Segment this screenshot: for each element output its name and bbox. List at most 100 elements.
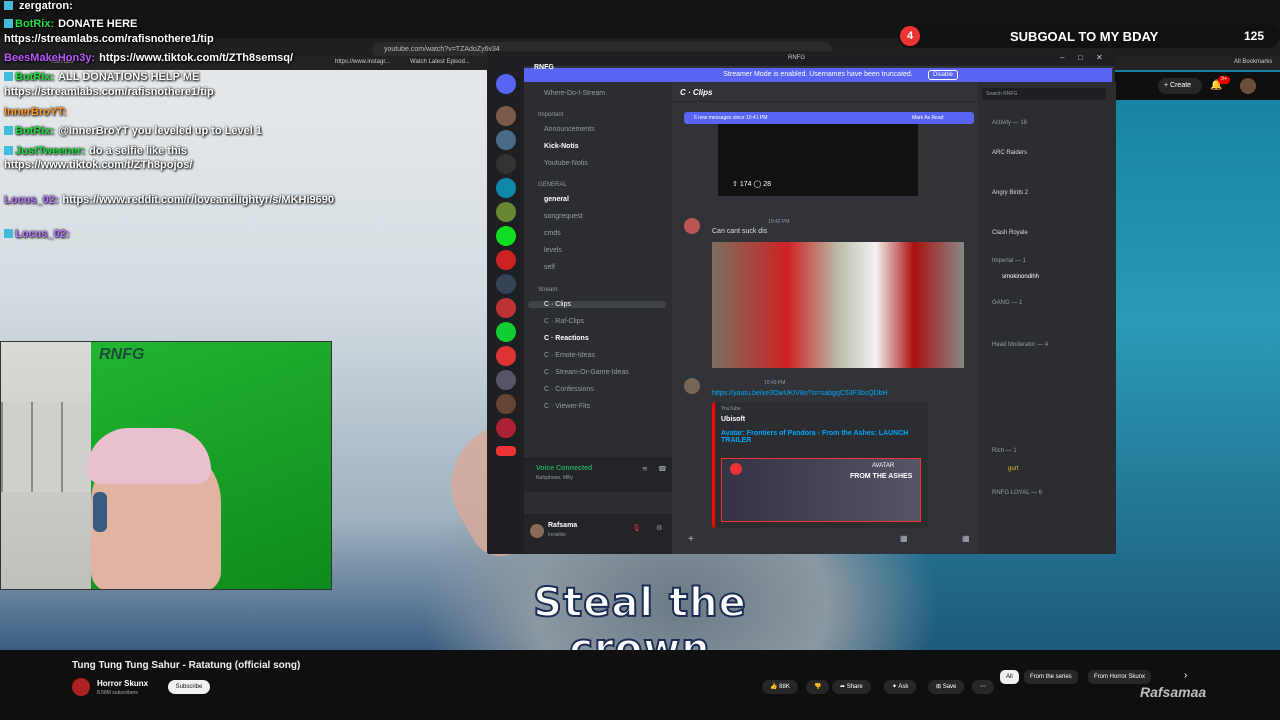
- embed-thumbnail[interactable]: AVATAR FROM THE ASHES: [721, 458, 921, 522]
- member-category: RNFG LOYAL — 6: [992, 490, 1043, 496]
- user-status: Invisible: [548, 532, 567, 538]
- chat-text: do a selfie like this: [89, 145, 187, 157]
- server-icon[interactable]: [496, 370, 516, 390]
- bookmark-item[interactable]: Watch Latest Episod...: [410, 59, 470, 65]
- server-icon[interactable]: [496, 298, 516, 318]
- chat-text: https://www.tiktok.com/t/ZTh8pojos/: [4, 159, 193, 171]
- new-messages-bar[interactable]: 6 new messages since 10:41 PM Mark As Re…: [684, 112, 974, 124]
- channel-item[interactable]: songrequest: [544, 213, 583, 220]
- chat-line: JustTweener: do a selfie like this: [4, 145, 187, 157]
- channel-category[interactable]: GENERAL: [538, 182, 567, 188]
- channel-item[interactable]: C · Reactions: [544, 335, 589, 342]
- avatar[interactable]: [684, 378, 700, 394]
- new-messages-text: 6 new messages since 10:41 PM: [694, 115, 768, 121]
- gear-icon[interactable]: ⚙: [656, 524, 662, 532]
- search-input[interactable]: Search RNFG: [982, 88, 1106, 100]
- channel-item[interactable]: Youtube-Notis: [544, 160, 588, 167]
- chat-user: BotRix:: [15, 125, 55, 137]
- create-button[interactable]: + Create: [1158, 78, 1202, 94]
- embed-title[interactable]: Avatar: Frontiers of Pandora - From the …: [721, 430, 921, 444]
- channel-category[interactable]: Important: [538, 112, 563, 118]
- avatar[interactable]: [1240, 78, 1256, 94]
- mic-muted-icon[interactable]: 🎙: [632, 524, 641, 532]
- avatar[interactable]: [684, 218, 700, 234]
- close-icon[interactable]: ✕: [1096, 53, 1103, 62]
- apps-icon[interactable]: ▦: [962, 534, 970, 543]
- embed-author[interactable]: Ubisoft: [721, 416, 745, 423]
- server-icon[interactable]: [496, 154, 516, 174]
- post-likes: 174: [739, 181, 752, 188]
- channel-item[interactable]: levels: [544, 247, 562, 254]
- channel-name[interactable]: Horror Skunx: [97, 679, 148, 688]
- server-icon[interactable]: [496, 418, 516, 438]
- mark-read-button[interactable]: Mark As Read: [912, 112, 943, 124]
- channel-item[interactable]: Kick-Notis: [544, 143, 579, 150]
- hangup-icon[interactable]: ☎: [658, 465, 667, 473]
- channel-category[interactable]: Stream: [538, 287, 557, 293]
- server-icon[interactable]: [496, 202, 516, 222]
- member-item[interactable]: gurt: [1008, 466, 1018, 472]
- embed-thumb-brand: AVATAR: [872, 463, 895, 469]
- maximize-icon[interactable]: □: [1078, 53, 1083, 62]
- channel-item[interactable]: C · Confessions: [544, 386, 594, 393]
- server-name[interactable]: RNFG: [534, 64, 554, 71]
- channel-item[interactable]: cmds: [544, 230, 561, 237]
- activity-item[interactable]: ARC Raiders: [992, 150, 1027, 156]
- noise-icon[interactable]: ≋: [642, 465, 648, 473]
- channel-item[interactable]: C · Viewer-Fits: [544, 403, 590, 410]
- activity-item[interactable]: Angry Birds 2: [992, 190, 1028, 196]
- message-time: 10:43 PM: [764, 380, 786, 386]
- member-item[interactable]: smokinondihh: [1002, 274, 1039, 280]
- channel-item[interactable]: self: [544, 264, 555, 271]
- server-icon[interactable]: [496, 322, 516, 342]
- subscribe-button[interactable]: Subscribe: [168, 680, 210, 694]
- chat-line: Locus_02:: [4, 228, 73, 240]
- channel-item-active[interactable]: C · Clips: [528, 301, 666, 308]
- channel-item[interactable]: Where-Do-I-Stream: [544, 90, 605, 97]
- chip-channel[interactable]: From Horror Skunx: [1088, 670, 1152, 684]
- chip-series[interactable]: From the series: [1024, 670, 1078, 684]
- message-image[interactable]: [712, 242, 964, 368]
- add-icon[interactable]: +: [688, 534, 694, 545]
- server-icon[interactable]: [496, 130, 516, 150]
- server-icon[interactable]: [496, 178, 516, 198]
- chip-all[interactable]: All: [1000, 670, 1019, 684]
- ask-button[interactable]: ✦ Ask: [884, 680, 917, 694]
- badge-icon: [4, 19, 13, 28]
- server-icon[interactable]: [496, 226, 516, 246]
- server-icon[interactable]: [496, 250, 516, 270]
- server-icon[interactable]: [496, 106, 516, 126]
- channel-item[interactable]: C · Raf-Clips: [544, 318, 584, 325]
- server-icon[interactable]: [496, 346, 516, 366]
- chat-line: BotRix: DONATE HERE: [4, 18, 137, 30]
- embed-site: YouTube: [721, 406, 741, 412]
- minimize-icon[interactable]: –: [1060, 53, 1064, 62]
- channel-item[interactable]: C · Stream-Or-Game-Ideas: [544, 369, 629, 376]
- webcam-feed: RNFG: [0, 341, 332, 590]
- save-button[interactable]: ⊞ Save: [928, 680, 965, 694]
- disable-button[interactable]: Disable: [928, 70, 958, 80]
- channel-item[interactable]: C · Emote-Ideas: [544, 352, 595, 359]
- channel-item[interactable]: Announcements: [544, 126, 595, 133]
- message-input[interactable]: + ▦ ▦: [672, 528, 978, 554]
- server-icon[interactable]: [496, 274, 516, 294]
- subgoal-label: SUBGOAL TO MY BDAY: [1010, 29, 1159, 44]
- server-icon[interactable]: [496, 74, 516, 94]
- message-link[interactable]: https://youtu.be/xe3OwUKIV8o?si=sabgqC53…: [712, 390, 888, 397]
- channel-item[interactable]: general: [544, 196, 569, 203]
- bookmark-item[interactable]: All Bookmarks: [1234, 59, 1272, 65]
- dislike-button[interactable]: 👎: [806, 680, 830, 694]
- like-button[interactable]: 👍 88K: [762, 680, 798, 694]
- chat-text: https://streamlabs.com/rafisnothere1/tip: [4, 33, 214, 45]
- activity-item[interactable]: Clash Royale: [992, 230, 1028, 236]
- username[interactable]: Rafsama: [548, 522, 577, 529]
- streamer-bonnet: [87, 428, 211, 484]
- chat-line: zergatron:: [4, 0, 73, 12]
- avatar[interactable]: [530, 524, 544, 538]
- server-icon[interactable]: [496, 394, 516, 414]
- chevron-right-icon[interactable]: ›: [1184, 670, 1187, 681]
- gift-icon[interactable]: ▦: [900, 534, 908, 543]
- more-icon[interactable]: ⋯: [972, 680, 994, 694]
- share-button[interactable]: ➦ Share: [832, 680, 871, 694]
- channel-avatar[interactable]: [72, 678, 90, 696]
